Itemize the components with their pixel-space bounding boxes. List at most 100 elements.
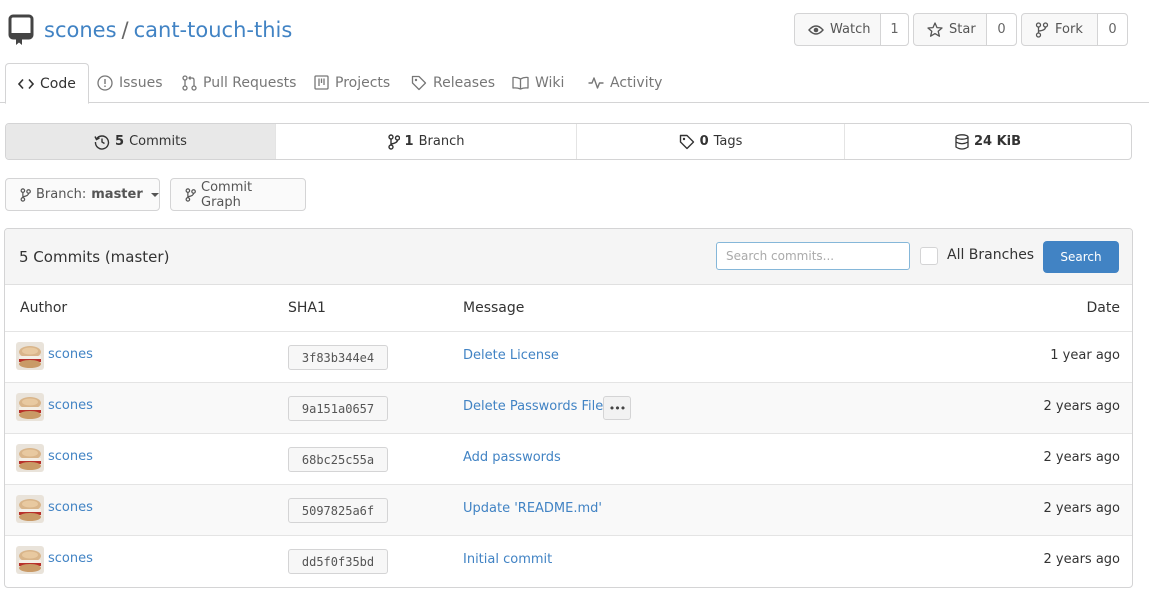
commit-sha-button[interactable]: dd5f0f35bd <box>288 549 388 574</box>
author-link[interactable]: scones <box>48 551 93 566</box>
avatar[interactable] <box>16 342 44 370</box>
star-button[interactable]: Star <box>914 14 987 45</box>
commits-table: 5 Commits (master) All Branches Search A… <box>4 228 1133 588</box>
commit-date: 2 years ago <box>1043 501 1120 516</box>
project-icon <box>314 75 329 90</box>
tab-releases-label: Releases <box>433 74 495 91</box>
branch-icon <box>20 187 31 202</box>
tag-icon <box>411 75 427 91</box>
star-count[interactable]: 0 <box>987 14 1016 45</box>
commit-sha-button[interactable]: 68bc25c55a <box>288 447 388 472</box>
avatar[interactable] <box>16 546 44 574</box>
table-row: scones dd5f0f35bd Initial commit 2 years ag… <box>5 535 1132 586</box>
branch-prefix: Branch: <box>36 187 87 202</box>
commit-message-link[interactable]: Initial commit <box>463 552 552 567</box>
commit-graph-button[interactable]: Commit Graph <box>170 178 306 211</box>
author-link[interactable]: scones <box>48 500 93 515</box>
table-row: scones 68bc25c55a Add passwords 2 years ago <box>5 433 1132 484</box>
expand-message-button[interactable]: ••• <box>603 396 631 420</box>
avatar[interactable] <box>16 495 44 523</box>
commit-message-link[interactable]: Delete License <box>463 348 559 363</box>
ellipsis-icon: ••• <box>608 401 626 415</box>
fork-label: Fork <box>1055 22 1083 37</box>
stat-commits[interactable]: 5 Commits <box>6 124 276 159</box>
branch-icon <box>185 187 196 202</box>
repo-owner-link[interactable]: scones <box>44 18 117 42</box>
tab-code[interactable]: Code <box>5 63 89 104</box>
column-header-author: Author <box>20 300 68 316</box>
stat-commits-label: Commits <box>129 134 187 149</box>
watch-button-group: Watch 1 <box>794 13 909 46</box>
tab-wiki[interactable]: Wiki <box>512 62 564 103</box>
fork-icon <box>1035 21 1049 38</box>
repo-title-separator: / <box>121 18 129 42</box>
author-link[interactable]: scones <box>48 398 93 413</box>
watch-button[interactable]: Watch <box>795 14 881 45</box>
repo-tabs: Code Issues Pull Requests Projects Relea… <box>0 62 1149 104</box>
commit-sha-button[interactable]: 9a151a0657 <box>288 396 388 421</box>
eye-icon <box>808 24 824 36</box>
all-branches-checkbox[interactable] <box>920 247 938 265</box>
repo-stats-bar: 5 Commits 1 Branch 0 Tags 24 KiB <box>5 123 1132 160</box>
stat-tags-label: Tags <box>713 134 743 149</box>
commit-message-link[interactable]: Update 'README.md' <box>463 501 602 516</box>
code-icon <box>18 78 34 90</box>
tab-releases[interactable]: Releases <box>411 62 495 103</box>
stat-branches[interactable]: 1 Branch <box>276 124 577 159</box>
branch-dropdown[interactable]: Branch: master <box>5 178 160 211</box>
tab-issues[interactable]: Issues <box>97 62 163 103</box>
fork-button[interactable]: Fork <box>1022 14 1098 45</box>
book-icon <box>512 76 529 90</box>
author-link[interactable]: scones <box>48 449 93 464</box>
tab-projects[interactable]: Projects <box>314 62 390 103</box>
tab-wiki-label: Wiki <box>535 74 565 91</box>
author-link[interactable]: scones <box>48 347 93 362</box>
commit-date: 1 year ago <box>1050 348 1120 363</box>
commit-message-link[interactable]: Add passwords <box>463 450 561 465</box>
stat-tags[interactable]: 0 Tags <box>577 124 845 159</box>
chevron-down-icon <box>150 192 159 197</box>
issue-icon <box>97 74 113 91</box>
watch-count[interactable]: 1 <box>881 14 908 45</box>
fork-button-group: Fork 0 <box>1021 13 1128 46</box>
table-row: scones 3f83b344e4 Delete License 1 year ago <box>5 331 1132 382</box>
stat-size: 24 KiB <box>845 124 1131 159</box>
all-branches-label: All Branches <box>947 247 1035 263</box>
star-label: Star <box>949 22 976 37</box>
repo-name-link[interactable]: cant-touch-this <box>134 18 293 42</box>
pull-request-icon <box>182 74 197 91</box>
tab-issues-label: Issues <box>119 74 163 91</box>
stat-tags-count: 0 <box>699 134 709 149</box>
search-commits-input[interactable] <box>716 242 910 270</box>
fork-count[interactable]: 0 <box>1098 14 1127 45</box>
column-header-message: Message <box>463 300 525 316</box>
commit-graph-label: Commit Graph <box>201 179 253 210</box>
watch-label: Watch <box>830 22 871 37</box>
tab-activity[interactable]: Activity <box>588 62 662 103</box>
database-icon <box>955 133 969 150</box>
avatar[interactable] <box>16 393 44 421</box>
column-header-sha: SHA1 <box>288 300 326 316</box>
branch-name: master <box>91 187 143 202</box>
commits-table-title: 5 Commits (master) <box>19 248 170 266</box>
column-header-date: Date <box>1086 300 1120 316</box>
repo-title: scones / cant-touch-this <box>44 17 292 43</box>
avatar[interactable] <box>16 444 44 472</box>
stat-size-value: 24 KiB <box>973 134 1022 149</box>
stat-branches-count: 1 <box>404 134 414 149</box>
stat-branches-label: Branch <box>418 134 465 149</box>
commit-message-link[interactable]: Delete Passwords File <box>463 399 603 414</box>
repo-header: scones / cant-touch-this Watch 1 Star 0 Fo… <box>0 0 1149 62</box>
commit-sha-button[interactable]: 3f83b344e4 <box>288 345 388 370</box>
commit-date: 2 years ago <box>1043 399 1120 414</box>
tab-projects-label: Projects <box>335 74 391 91</box>
repo-icon <box>8 14 34 46</box>
table-row: scones 9a151a0657 Delete Passwords File •••… <box>5 382 1132 433</box>
tab-pull-requests[interactable]: Pull Requests <box>182 62 296 103</box>
star-button-group: Star 0 <box>913 13 1017 46</box>
commits-table-header: 5 Commits (master) All Branches Search <box>5 229 1132 285</box>
table-row: scones 5097825a6f Update 'README.md' 2 year… <box>5 484 1132 535</box>
star-icon <box>927 22 943 37</box>
search-button[interactable]: Search <box>1043 241 1119 273</box>
commit-sha-button[interactable]: 5097825a6f <box>288 498 388 523</box>
